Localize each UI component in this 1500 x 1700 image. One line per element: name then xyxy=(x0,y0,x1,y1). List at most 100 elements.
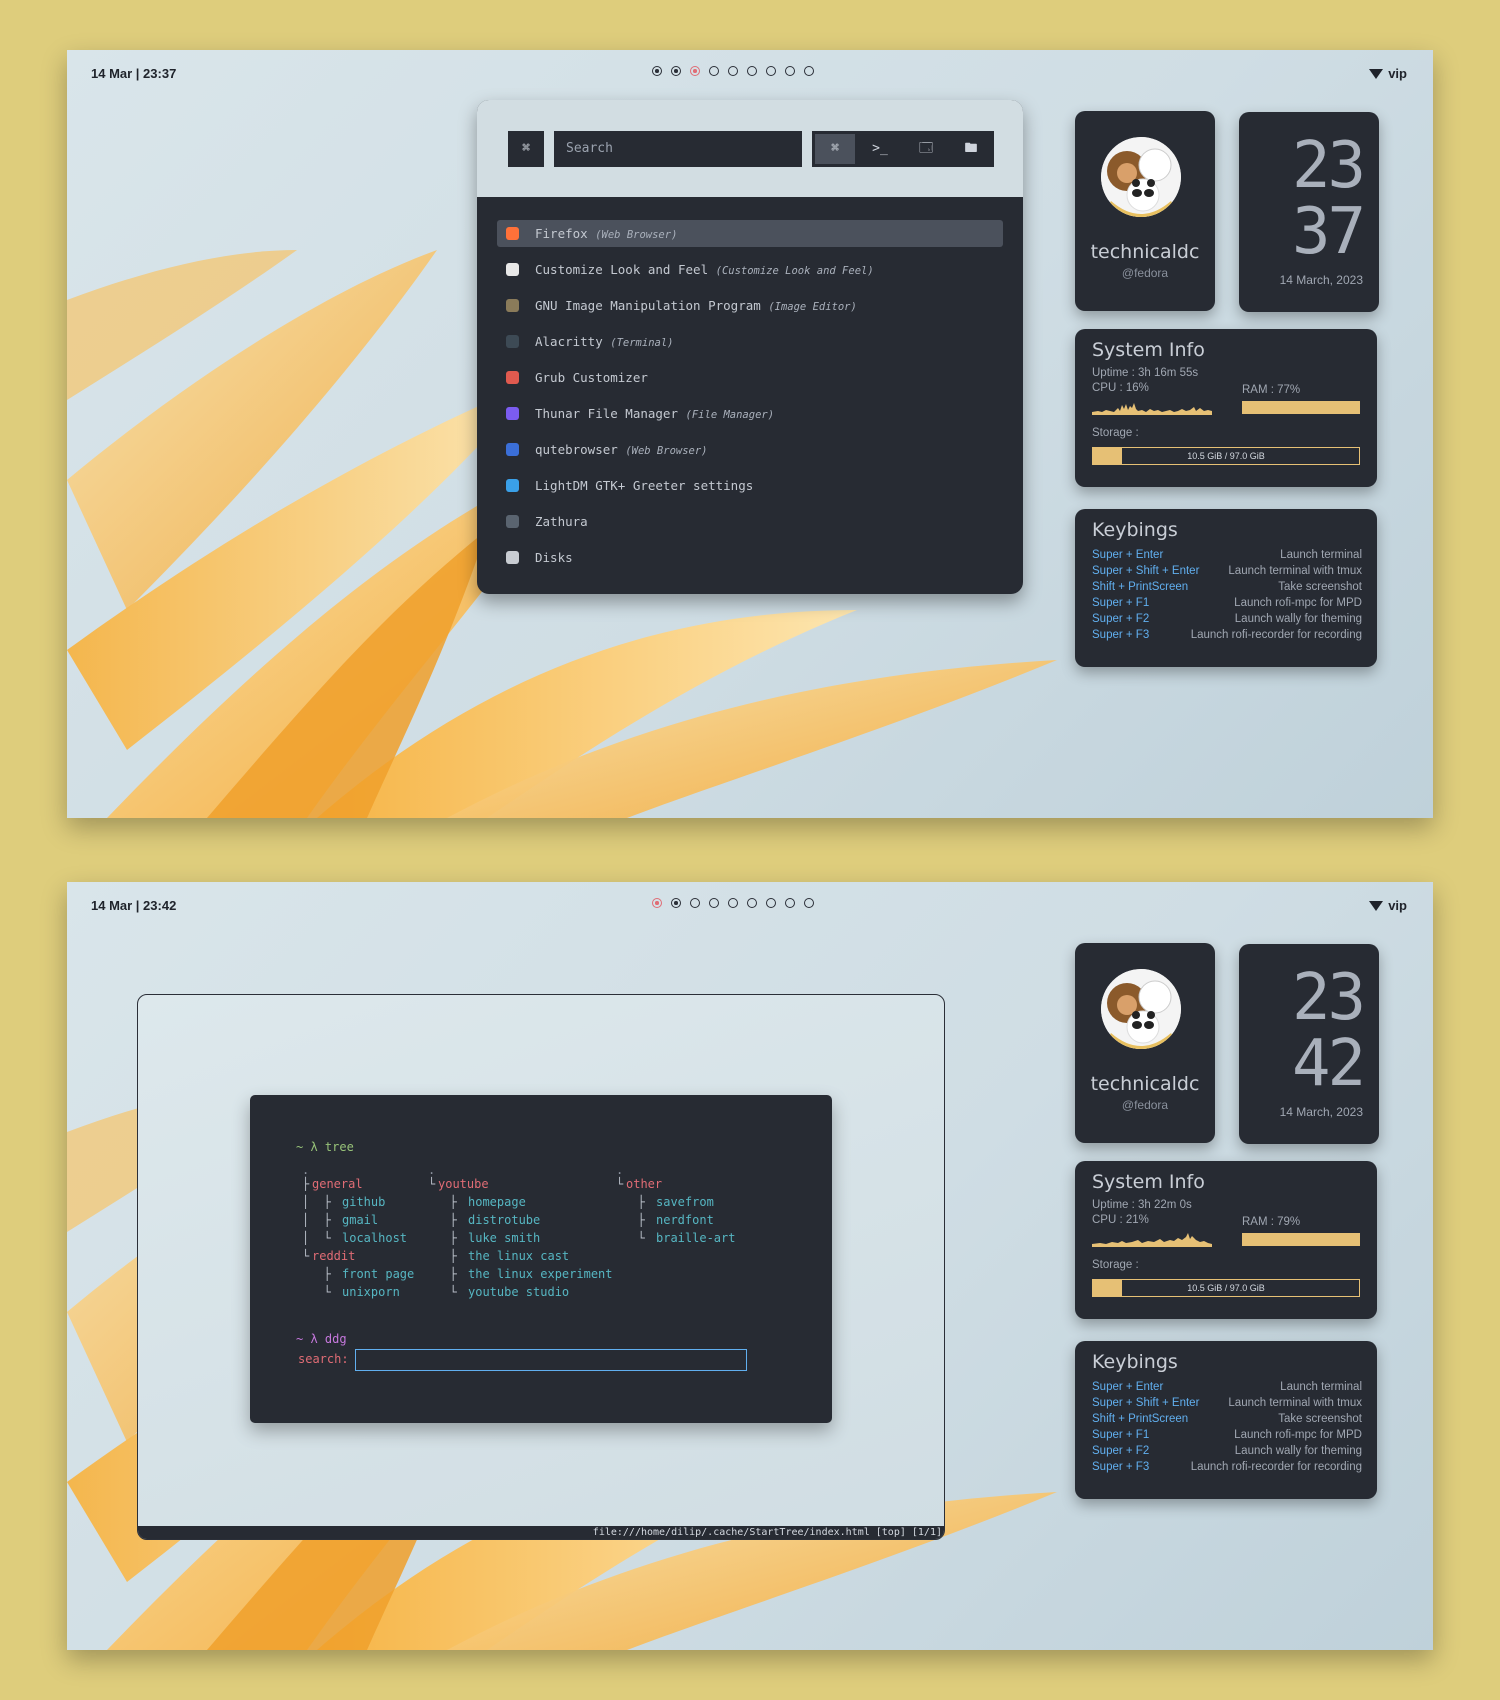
workspace-4-dot[interactable] xyxy=(709,66,719,76)
tree-branch: ├ xyxy=(428,1213,457,1227)
launcher-app-item[interactable]: Grub Customizer xyxy=(497,364,1003,391)
bookmark-group[interactable]: youtube xyxy=(438,1175,489,1193)
bookmark-link[interactable]: nerdfont xyxy=(656,1211,714,1229)
keybind-description: Take screenshot xyxy=(1278,1413,1362,1425)
tree-branch: │ ├ xyxy=(302,1213,331,1227)
launcher-search-input[interactable]: Search xyxy=(554,131,802,167)
workspace-1-dot[interactable] xyxy=(652,898,662,908)
bookmark-group[interactable]: general xyxy=(312,1175,363,1193)
clock-date: 14 March, 2023 xyxy=(1279,273,1363,287)
bears-avatar-icon xyxy=(1101,969,1181,1049)
app-generic-name: (Customize Look and Feel) xyxy=(715,265,874,277)
storage-bar: 10.5 GiB / 97.0 GiB xyxy=(1092,1279,1360,1297)
bookmark-link[interactable]: front page xyxy=(342,1265,414,1283)
keybind-description: Launch wally for theming xyxy=(1234,1445,1362,1457)
launcher-app-item[interactable]: Zathura xyxy=(497,508,1003,535)
bookmark-link[interactable]: unixporn xyxy=(342,1283,400,1301)
tree-branch: ├ xyxy=(428,1267,457,1281)
workspace-6-dot[interactable] xyxy=(747,66,757,76)
workspace-9-dot[interactable] xyxy=(804,898,814,908)
clock-minute: 42 xyxy=(1291,1027,1366,1101)
system-info-card: System Info Uptime : 3h 16m 55s CPU : 16… xyxy=(1075,329,1377,487)
keybinds-title: Keybings xyxy=(1092,1351,1178,1373)
workspace-8-dot[interactable] xyxy=(785,66,795,76)
app-generic-name: (Image Editor) xyxy=(768,301,857,313)
keybind-description: Take screenshot xyxy=(1278,581,1362,593)
mode-drun-button[interactable]: ⌘ xyxy=(815,134,855,164)
bookmark-link[interactable]: youtube studio xyxy=(468,1283,569,1301)
keybind-description: Launch terminal xyxy=(1280,1381,1362,1393)
app-generic-name: (File Manager) xyxy=(685,409,775,421)
keybind-description: Launch wally for theming xyxy=(1234,613,1362,625)
ddg-search-input[interactable] xyxy=(355,1349,747,1371)
keybind-keys: Super + F1 xyxy=(1092,1429,1150,1441)
launcher-app-item[interactable]: qutebrowser (Web Browser) xyxy=(497,436,1003,463)
wifi-ssid: vip xyxy=(1388,898,1407,913)
keybind-row: Shift + PrintScreen Take screenshot xyxy=(1092,581,1362,597)
mode-filebrowser-button[interactable]: 🖿 xyxy=(951,134,991,164)
search-label: search: xyxy=(298,1352,349,1366)
bookmark-link[interactable]: homepage xyxy=(468,1193,526,1211)
workspace-5-dot[interactable] xyxy=(728,898,738,908)
workspace-2-dot[interactable] xyxy=(671,66,681,76)
system-info-card: System Info Uptime : 3h 22m 0s CPU : 21%… xyxy=(1075,1161,1377,1319)
mode-run-button[interactable]: >_ xyxy=(860,134,900,164)
bookmark-link[interactable]: localhost xyxy=(342,1229,407,1247)
launcher-app-item[interactable]: Firefox (Web Browser) xyxy=(497,220,1003,247)
workspace-8-dot[interactable] xyxy=(785,898,795,908)
workspace-3-dot[interactable] xyxy=(690,898,700,908)
app-title: Customize Look and Feel xyxy=(535,262,709,277)
bookmark-link[interactable]: distrotube xyxy=(468,1211,540,1229)
launcher-app-item[interactable]: Thunar File Manager (File Manager) xyxy=(497,400,1003,427)
workspace-3-dot[interactable] xyxy=(690,66,700,76)
profile-card: technicaldc @fedora xyxy=(1075,943,1215,1143)
profile-handle: @fedora xyxy=(1121,266,1169,280)
launcher-app-item[interactable]: Alacritty (Terminal) xyxy=(497,328,1003,355)
launcher-app-item[interactable]: Customize Look and Feel (Customize Look … xyxy=(497,256,1003,283)
workspace-1-dot[interactable] xyxy=(652,66,662,76)
workspace-4-dot[interactable] xyxy=(709,898,719,908)
workspace-6-dot[interactable] xyxy=(747,898,757,908)
bookmark-group[interactable]: reddit xyxy=(312,1247,355,1265)
bar-datetime: 14 Mar | 23:42 xyxy=(91,898,177,913)
bookmark-group[interactable]: other xyxy=(626,1175,662,1193)
mode-window-button[interactable]: 🗔 xyxy=(906,134,946,164)
keybind-row: Super + Shift + Enter Launch terminal wit… xyxy=(1092,565,1362,581)
bookmark-link[interactable]: the linux experiment xyxy=(468,1265,613,1283)
workspace-7-dot[interactable] xyxy=(766,66,776,76)
wifi-status[interactable]: vip xyxy=(1369,898,1407,913)
launcher-app-item[interactable]: GNU Image Manipulation Program (Image Ed… xyxy=(497,292,1003,319)
workspace-indicator xyxy=(652,66,814,76)
keybind-row: Super + Enter Launch terminal xyxy=(1092,1381,1362,1397)
workspace-2-dot[interactable] xyxy=(671,898,681,908)
bookmark-link[interactable]: gmail xyxy=(342,1211,378,1229)
bookmark-link[interactable]: savefrom xyxy=(656,1193,714,1211)
app-title: Alacritty xyxy=(535,334,603,349)
app-icon xyxy=(506,371,519,384)
bookmark-link[interactable]: braille-art xyxy=(656,1229,735,1247)
wifi-status[interactable]: vip xyxy=(1369,66,1407,81)
app-generic-name: (Web Browser) xyxy=(625,445,708,457)
launcher-cmd-button[interactable]: ⌘ xyxy=(508,131,544,167)
workspace-5-dot[interactable] xyxy=(728,66,738,76)
bookmark-link[interactable]: luke smith xyxy=(468,1229,540,1247)
workspace-9-dot[interactable] xyxy=(804,66,814,76)
workspace-7-dot[interactable] xyxy=(766,898,776,908)
launcher-app-item[interactable]: Disks xyxy=(497,544,1003,571)
sysinfo-storage-label: Storage : xyxy=(1092,1259,1139,1271)
sysinfo-ram: RAM : 79% xyxy=(1242,1216,1301,1228)
launcher-app-item[interactable]: LightDM GTK+ Greeter settings xyxy=(497,472,1003,499)
tree-branch: └ xyxy=(302,1249,310,1263)
profile-username: technicaldc xyxy=(1090,1073,1200,1095)
bookmark-link[interactable]: the linux cast xyxy=(468,1247,569,1265)
app-icon xyxy=(506,515,519,528)
sysinfo-storage-label: Storage : xyxy=(1092,427,1139,439)
sysinfo-cpu: CPU : 16% xyxy=(1092,382,1149,394)
bookmark-link[interactable]: github xyxy=(342,1193,385,1211)
browser-window[interactable]: ~ λ tree . ├ general │ ├ github │ ├ gmail │ └ lo… xyxy=(137,994,945,1540)
keybind-description: Launch terminal with tmux xyxy=(1228,565,1362,577)
app-icon xyxy=(506,299,519,312)
app-name: Thunar File Manager (File Manager) xyxy=(535,400,774,429)
storage-bar: 10.5 GiB / 97.0 GiB xyxy=(1092,447,1360,465)
keybinds-card: Keybings Super + Enter Launch terminal Sup… xyxy=(1075,509,1377,667)
